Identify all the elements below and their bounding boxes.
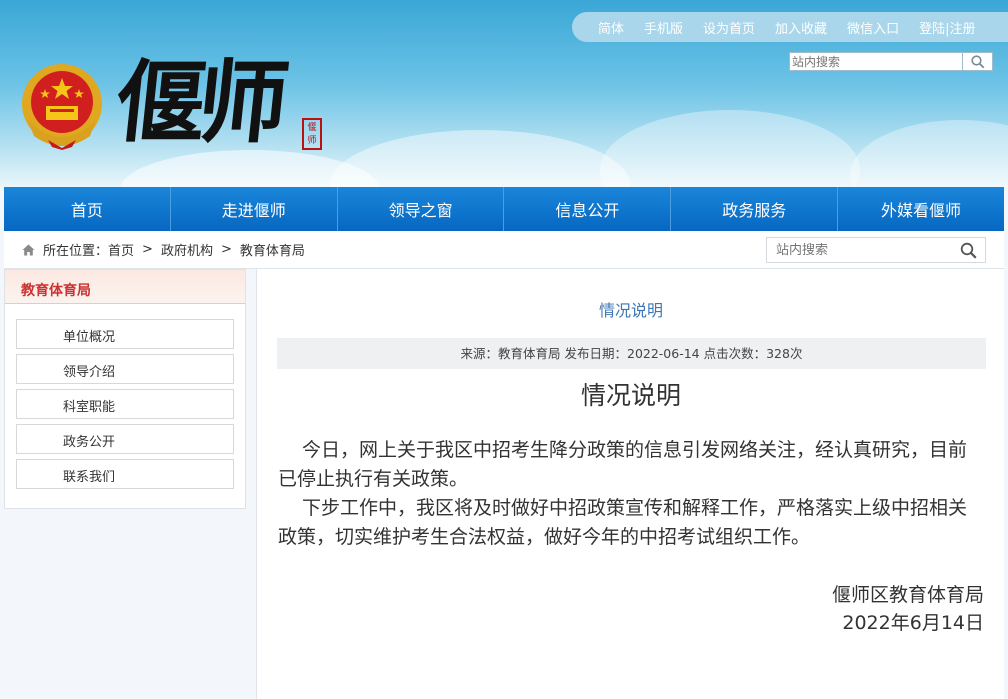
nav-government-services[interactable]: 政务服务 <box>671 187 839 231</box>
breadcrumb-home[interactable]: 首页 <box>108 240 134 259</box>
article-heading: 情况说明 <box>580 381 681 410</box>
site-header: 简体 手机版 设为首页 加入收藏 微信入口 登陆|注册 偃师 偃师 <box>0 0 1008 187</box>
nav-leadership[interactable]: 领导之窗 <box>338 187 505 231</box>
red-seal-logo: 偃师 <box>302 118 322 150</box>
breadcrumb: 所在位置： 首页 > 政府机构 > 教育体育局 <box>4 231 1004 269</box>
signature-date: 2022年6月14日 <box>842 612 984 634</box>
article-meta: 来源：教育体育局 发布日期：2022-06-14 点击次数：328次 <box>277 338 986 369</box>
search-icon[interactable] <box>962 53 992 70</box>
sidebar-item-overview[interactable]: 单位概况 <box>16 319 234 349</box>
breadcrumb-separator: > <box>220 242 232 257</box>
sidebar-title: 教育体育局 <box>5 270 245 304</box>
breadcrumb-separator: > <box>142 242 153 257</box>
breadcrumb-government-agencies[interactable]: 政府机构 <box>161 240 213 259</box>
top-link-add-favorite[interactable]: 加入收藏 <box>775 18 827 37</box>
top-link-mobile[interactable]: 手机版 <box>644 18 683 37</box>
top-link-set-homepage[interactable]: 设为首页 <box>703 18 755 37</box>
sidebar: 教育体育局 单位概况 领导介绍 科室职能 政务公开 联系我们 <box>4 269 246 509</box>
site-logo: 偃师 <box>110 50 286 156</box>
national-emblem-icon <box>22 64 102 150</box>
top-link-wechat[interactable]: 微信入口 <box>847 18 899 37</box>
article-panel: 情况说明 来源：教育体育局 发布日期：2022-06-14 点击次数：328次 … <box>256 269 1004 699</box>
home-icon <box>22 244 35 256</box>
header-search-input[interactable] <box>790 53 962 70</box>
sidebar-item-public-affairs[interactable]: 政务公开 <box>16 424 234 454</box>
top-link-login-register[interactable]: 登陆|注册 <box>919 18 975 37</box>
cloud-decoration <box>600 110 860 187</box>
sidebar-menu: 单位概况 领导介绍 科室职能 政务公开 联系我们 <box>5 304 245 489</box>
top-link-simplified[interactable]: 简体 <box>598 18 624 37</box>
search-icon[interactable] <box>951 242 985 259</box>
sidebar-item-contact[interactable]: 联系我们 <box>16 459 234 489</box>
content-search-input[interactable] <box>767 242 951 258</box>
article-paragraph: 下步工作中，我区将及时做好中招政策宣传和解释工作，严格落实上级中招相关政策，切实… <box>278 497 968 548</box>
section-title: 情况说明 <box>598 301 663 320</box>
breadcrumb-education-bureau[interactable]: 教育体育局 <box>240 240 305 259</box>
cloud-decoration <box>330 130 630 187</box>
nav-home[interactable]: 首页 <box>4 187 171 231</box>
article-paragraph: 今日，网上关于我区中招考生降分政策的信息引发网络关注，经认真研究，目前已停止执行… <box>278 439 968 490</box>
header-search <box>789 52 993 71</box>
signature-organization: 偃师区教育体育局 <box>831 584 984 606</box>
sidebar-item-leaders[interactable]: 领导介绍 <box>16 354 234 384</box>
top-link-bar: 简体 手机版 设为首页 加入收藏 微信入口 登陆|注册 <box>572 12 1008 42</box>
cloud-decoration <box>850 120 1008 187</box>
breadcrumb-label: 所在位置： <box>43 244 109 259</box>
nav-foreign-media[interactable]: 外媒看偃师 <box>838 187 1004 231</box>
main-navigation: 首页 走进偃师 领导之窗 信息公开 政务服务 外媒看偃师 <box>4 187 1004 231</box>
nav-about-yanshi[interactable]: 走进偃师 <box>171 187 338 231</box>
sidebar-item-departments[interactable]: 科室职能 <box>16 389 234 419</box>
content-search <box>766 237 986 263</box>
nav-information-disclosure[interactable]: 信息公开 <box>504 187 672 231</box>
